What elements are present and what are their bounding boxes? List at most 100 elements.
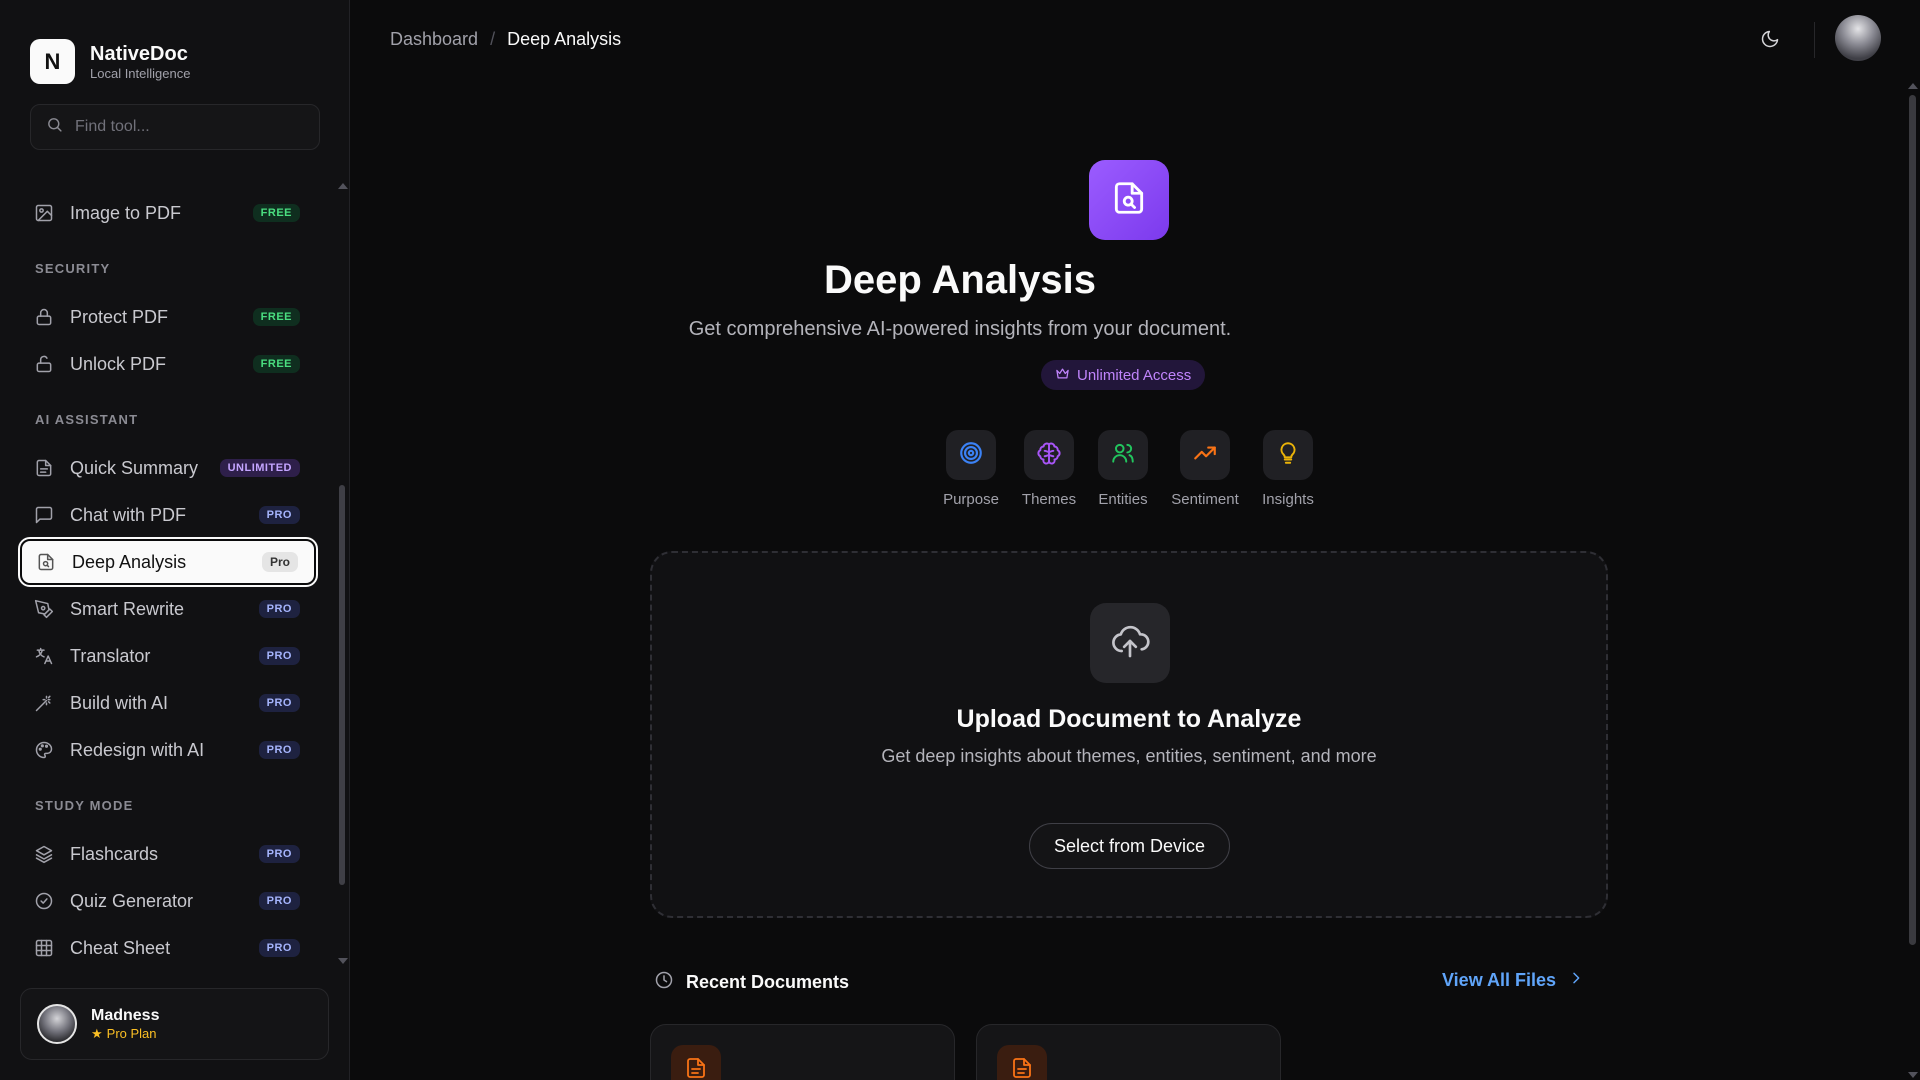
- sidebar-item-image-to-pdf[interactable]: Image to PDF FREE: [20, 190, 316, 236]
- file-search-icon: [36, 552, 56, 572]
- clock-icon: [654, 970, 674, 995]
- main-scroll-up-arrow[interactable]: [1908, 83, 1918, 89]
- file-text-icon: [684, 1056, 708, 1080]
- free-badge: FREE: [252, 204, 300, 222]
- sidebar-item-redesign-with-ai[interactable]: Redesign with AI PRO: [20, 727, 316, 773]
- brand-logo: N: [30, 39, 75, 84]
- brand-name: NativeDoc: [90, 42, 188, 65]
- trending-up-icon: [1192, 440, 1218, 471]
- plan-label: Pro Plan: [106, 1026, 157, 1041]
- pro-badge: PRO: [258, 600, 300, 618]
- breadcrumb: Dashboard / Deep Analysis: [390, 29, 621, 50]
- sidebar-item-label: Build with AI: [70, 692, 169, 713]
- pro-badge: PRO: [258, 845, 300, 863]
- main-scroll-down-arrow[interactable]: [1908, 1072, 1918, 1078]
- lightbulb-icon: [1275, 440, 1301, 471]
- unlimited-access-badge: Unlimited Access: [1041, 360, 1206, 390]
- search-icon: [46, 116, 63, 138]
- check-circle-icon: [34, 891, 54, 911]
- brand[interactable]: N NativeDoc Local Intelligence: [30, 39, 190, 84]
- sidebar-item-deep-analysis[interactable]: Deep Analysis Pro: [18, 537, 318, 587]
- recent-document-card[interactable]: [976, 1024, 1281, 1080]
- user-plan: ★ Pro Plan: [91, 1026, 159, 1042]
- sidebar-item-smart-rewrite[interactable]: Smart Rewrite PRO: [20, 586, 316, 632]
- feature-label: Insights: [1262, 491, 1314, 508]
- image-icon: [34, 203, 54, 223]
- pro-badge: PRO: [258, 694, 300, 712]
- sidebar-item-label: Flashcards: [70, 843, 159, 864]
- sidebar-scroll-up-arrow[interactable]: [338, 183, 348, 189]
- sidebar-item-label: Quick Summary: [70, 457, 199, 478]
- search-input[interactable]: [75, 118, 315, 136]
- unlimited-badge: UNLIMITED: [219, 459, 300, 477]
- pro-badge: PRO: [258, 892, 300, 910]
- sidebar-item-label: Image to PDF: [70, 202, 182, 223]
- sidebar-scroll-down-arrow[interactable]: [338, 958, 348, 964]
- crown-icon: [1055, 366, 1077, 385]
- pro-badge: PRO: [258, 939, 300, 957]
- sidebar-item-label: Translator: [70, 645, 151, 666]
- star-icon: ★: [91, 1026, 103, 1041]
- unlock-icon: [34, 354, 54, 374]
- file-text-icon: [1010, 1056, 1034, 1080]
- file-search-icon: [1110, 179, 1148, 222]
- view-all-files-link[interactable]: View All Files: [1442, 970, 1584, 991]
- upload-dropzone[interactable]: Upload Document to Analyze Get deep insi…: [650, 551, 1608, 918]
- sidebar-item-cheat-sheet[interactable]: Cheat Sheet PRO: [20, 925, 316, 965]
- breadcrumb-current: Deep Analysis: [507, 29, 622, 49]
- pro-badge: PRO: [258, 741, 300, 759]
- sidebar-item-quick-summary[interactable]: Quick Summary UNLIMITED: [20, 445, 316, 491]
- target-icon: [958, 440, 984, 471]
- header-divider: [1814, 22, 1815, 58]
- access-label: Unlimited Access: [1077, 366, 1192, 384]
- sidebar-item-translator[interactable]: Translator PRO: [20, 633, 316, 679]
- sidebar-item-flashcards[interactable]: Flashcards PRO: [20, 831, 316, 877]
- palette-icon: [34, 740, 54, 760]
- pro-badge: PRO: [258, 647, 300, 665]
- doc-icon-box: [997, 1045, 1047, 1080]
- sidebar-item-label: Smart Rewrite: [70, 598, 185, 619]
- header-avatar[interactable]: [1835, 15, 1881, 61]
- theme-toggle-button[interactable]: [1757, 28, 1783, 54]
- feature-insights: Insights: [1238, 430, 1338, 508]
- brain-icon: [1036, 440, 1062, 471]
- chevron-right-icon: [1556, 970, 1584, 991]
- recent-documents-title: Recent Documents: [686, 972, 850, 992]
- page-title: Deep Analysis: [824, 258, 1096, 302]
- table-icon: [34, 938, 54, 958]
- pro-badge: PRO: [258, 506, 300, 524]
- breadcrumb-separator: /: [490, 29, 496, 49]
- page-subtitle: Get comprehensive AI-powered insights fr…: [688, 318, 1232, 340]
- tool-search[interactable]: [30, 104, 320, 150]
- sidebar-item-label: Redesign with AI: [70, 739, 205, 760]
- pen-tool-icon: [34, 599, 54, 619]
- sidebar-item-quiz-generator[interactable]: Quiz Generator PRO: [20, 878, 316, 924]
- file-text-icon: [34, 458, 54, 478]
- section-label-ai-assistant: AI ASSISTANT: [35, 412, 139, 427]
- sidebar-item-label: Cheat Sheet: [70, 937, 171, 958]
- user-name: Madness: [91, 1007, 160, 1024]
- upload-description: Get deep insights about themes, entities…: [881, 746, 1377, 766]
- pro-badge: Pro: [261, 552, 298, 572]
- languages-icon: [34, 646, 54, 666]
- sidebar-item-label: Quiz Generator: [70, 890, 194, 911]
- wand-icon: [34, 693, 54, 713]
- sidebar-item-label: Deep Analysis: [72, 551, 187, 572]
- main-scrollbar[interactable]: [1909, 95, 1916, 945]
- upload-icon-box: [1090, 603, 1170, 683]
- moon-icon: [1760, 29, 1780, 54]
- select-from-device-button[interactable]: Select from Device: [1029, 823, 1230, 869]
- breadcrumb-dashboard-link[interactable]: Dashboard: [390, 29, 478, 50]
- sidebar-item-unlock-pdf[interactable]: Unlock PDF FREE: [20, 341, 316, 387]
- free-badge: FREE: [252, 355, 300, 373]
- sidebar-item-chat-with-pdf[interactable]: Chat with PDF PRO: [20, 492, 316, 538]
- sidebar-item-build-with-ai[interactable]: Build with AI PRO: [20, 680, 316, 726]
- brand-tagline: Local Intelligence: [90, 65, 191, 81]
- user-profile-card[interactable]: Madness ★ Pro Plan: [20, 988, 329, 1060]
- recent-document-card[interactable]: [650, 1024, 955, 1080]
- sidebar-item-label: Unlock PDF: [70, 353, 167, 374]
- avatar: [37, 1004, 77, 1044]
- users-icon: [1110, 440, 1136, 471]
- sidebar-scrollbar[interactable]: [339, 485, 345, 885]
- view-all-label: View All Files: [1442, 970, 1557, 990]
